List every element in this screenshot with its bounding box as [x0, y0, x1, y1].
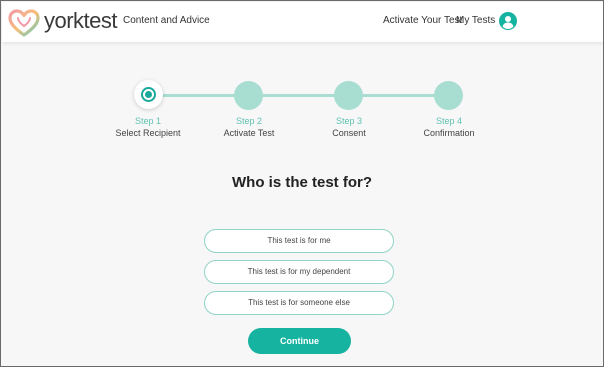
page-title: Who is the test for?: [232, 174, 372, 191]
brand-logo[interactable]: yorktest: [8, 7, 138, 37]
step-1-circle: [134, 80, 163, 109]
step-2-label: Activate Test: [223, 128, 275, 138]
nav-my-tests[interactable]: My Tests: [456, 15, 495, 26]
nav-content-and-advice[interactable]: Content and Advice: [123, 15, 210, 26]
option-for-dependent[interactable]: This test is for my dependent: [204, 260, 394, 284]
step-4-label: Confirmation: [423, 128, 475, 138]
step-3-number: Step 3: [335, 116, 363, 126]
step-1-label: Select Recipient: [115, 128, 181, 138]
nav-activate-your-test[interactable]: Activate Your Test: [383, 15, 462, 26]
continue-button[interactable]: Continue: [248, 328, 351, 354]
user-circle-icon[interactable]: [499, 12, 517, 30]
step-1-number: Step 1: [134, 116, 162, 126]
option-for-someone-else[interactable]: This test is for someone else: [204, 291, 394, 315]
step-3-label: Consent: [332, 128, 366, 138]
option-for-me[interactable]: This test is for me: [204, 229, 394, 253]
top-header: yorktest Content and Advice Activate You…: [2, 2, 603, 42]
step-active-dot: [145, 91, 152, 98]
step-2-circle: [234, 81, 263, 110]
step-4-number: Step 4: [435, 116, 463, 126]
heart-logo-icon: [8, 9, 40, 37]
step-3-circle: [334, 81, 363, 110]
brand-name: yorktest: [44, 8, 118, 33]
stepper-track: [149, 94, 449, 97]
app-frame: yorktest Content and Advice Activate You…: [0, 0, 604, 367]
step-2-number: Step 2: [235, 116, 263, 126]
step-4-circle: [434, 81, 463, 110]
